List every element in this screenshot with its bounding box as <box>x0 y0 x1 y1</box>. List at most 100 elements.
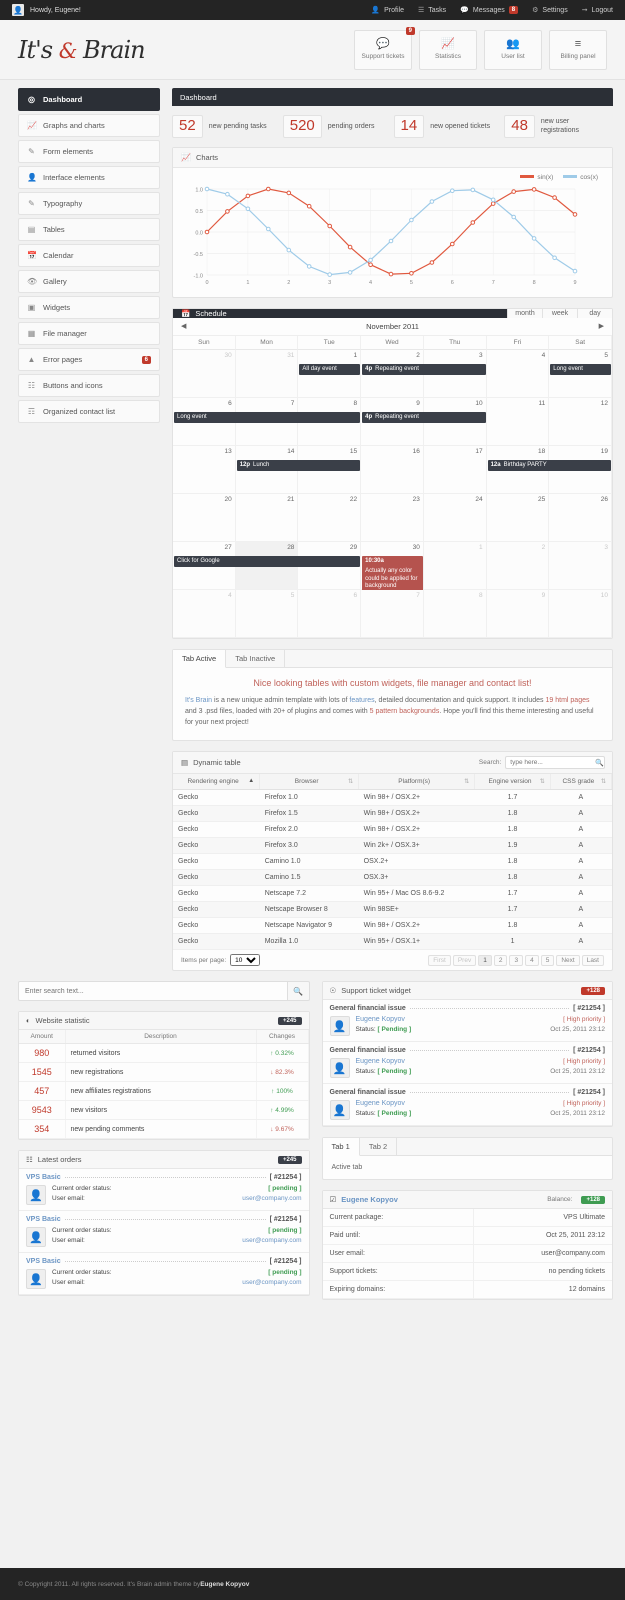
billing-panel-button[interactable]: ≡ Billing panel <box>549 29 607 70</box>
pagination-item[interactable]: Next <box>556 954 580 966</box>
items-per-page-select[interactable]: 10 <box>230 954 261 967</box>
table-row[interactable]: Gecko Firefox 2.0 Win 98+ / OSX.2+ 1.8 A <box>173 821 612 839</box>
order-name[interactable]: VPS Basic <box>26 1216 61 1223</box>
sidebar-item-file-manager[interactable]: ▦ File manager <box>18 322 160 345</box>
calendar-day[interactable]: 26 <box>549 493 612 542</box>
calendar-day[interactable]: 12 <box>549 397 612 446</box>
calendar-day[interactable]: 4 <box>486 349 550 398</box>
calendar-day[interactable]: 10 <box>549 589 612 638</box>
pagination-item[interactable]: 4 <box>525 954 539 966</box>
tab-active[interactable]: Tab Active <box>173 649 227 668</box>
order-item[interactable]: VPS Basic [ #21254 ] 👤 Current order sta… <box>19 1211 309 1254</box>
support-tickets-button[interactable]: 9 💬 Support tickets <box>354 26 415 70</box>
calendar-day[interactable]: 3 <box>549 541 612 590</box>
pagination-item[interactable]: 1 <box>478 954 492 966</box>
table-row[interactable]: Gecko Camino 1.0 OSX.2+ 1.8 A <box>173 853 612 871</box>
pagination-item[interactable]: 5 <box>540 954 555 966</box>
logo[interactable]: It's & Brain <box>18 36 146 64</box>
calendar-day[interactable]: 21 <box>235 493 299 542</box>
table-row[interactable]: Gecko Netscape Navigator 9 Win 98+ / OSX.2… <box>173 917 612 935</box>
order-name[interactable]: VPS Basic <box>26 1174 61 1181</box>
table-row[interactable]: Gecko Mozilla 1.0 Win 95+ / OSX.1+ 1 A <box>173 933 612 951</box>
calendar-event[interactable]: Click for Google <box>174 555 361 567</box>
pattern-backgrounds-link[interactable]: 5 pattern backgrounds <box>370 708 440 715</box>
calendar-day[interactable]: 11 <box>486 397 550 446</box>
calendar-event[interactable]: Long event <box>550 363 611 375</box>
sidebar-item-interface-elements[interactable]: 👤 Interface elements <box>18 166 160 189</box>
chevron-right-icon[interactable]: ▶ <box>599 322 604 330</box>
calendar-day[interactable]: 23 <box>361 493 424 542</box>
order-item[interactable]: VPS Basic [ #21254 ] 👤 Current order sta… <box>19 1169 309 1212</box>
calendar-day[interactable]: 4 <box>173 589 236 638</box>
calendar-event[interactable]: 4p Repeating event <box>362 411 486 423</box>
ticket-item[interactable]: General financial issue [ #21254 ] 👤 Eug… <box>322 1084 612 1127</box>
search-input[interactable] <box>505 756 606 770</box>
calendar-day[interactable]: 1 <box>423 541 487 590</box>
pagination-item[interactable]: 2 <box>493 954 508 966</box>
topnav-settings[interactable]: ⚙ Settings <box>532 6 568 15</box>
ticket-item[interactable]: General financial issue [ #21254 ] 👤 Eug… <box>322 1000 612 1043</box>
table-column-header[interactable]: Platform(s) ⇅ <box>358 774 476 791</box>
ticket-user[interactable]: Eugene Kopyov <box>356 1058 405 1065</box>
features-link[interactable]: features <box>349 697 374 704</box>
sidebar-item-widgets[interactable]: ▣ Widgets <box>18 296 160 319</box>
order-email[interactable]: user@company.com <box>242 1279 301 1286</box>
calendar-event[interactable]: 12a Birthday PARTY <box>487 459 611 471</box>
calendar-day[interactable]: 5 <box>235 589 299 638</box>
ticket-user[interactable]: Eugene Kopyov <box>356 1016 405 1023</box>
calendar-day[interactable]: 13 <box>173 445 236 494</box>
calendar-day[interactable]: 16 <box>361 445 424 494</box>
table-row[interactable]: Gecko Firefox 3.0 Win 2k+ / OSX.3+ 1.9 A <box>173 837 612 855</box>
search-icon[interactable]: 🔍 <box>595 759 604 767</box>
order-item[interactable]: VPS Basic [ #21254 ] 👤 Current order sta… <box>19 1253 309 1296</box>
its-brain-link[interactable]: It's Brain <box>185 697 212 704</box>
order-name[interactable]: VPS Basic <box>26 1258 61 1265</box>
user-list-button[interactable]: 👥 User list <box>484 29 542 70</box>
sidebar-item-buttons-and-icons[interactable]: ☷ Buttons and icons <box>18 374 160 397</box>
sidebar-item-dashboard[interactable]: ◎ Dashboard <box>18 88 160 111</box>
statistics-button[interactable]: 📈 Statistics <box>419 29 477 70</box>
topnav-logout[interactable]: ➞ Logout <box>582 6 613 15</box>
calendar-day[interactable]: 22 <box>298 493 362 542</box>
sidebar-item-organized-contact-list[interactable]: ☶ Organized contact list <box>18 400 160 423</box>
sidebar-item-calendar[interactable]: 📅 Calendar <box>18 244 160 267</box>
table-row[interactable]: Gecko Netscape 7.2 Win 95+ / Mac OS 8.6-9.… <box>173 885 612 903</box>
sidebar-item-form-elements[interactable]: ✎ Form elements <box>18 140 160 163</box>
sidebar-item-tables[interactable]: ▤ Tables <box>18 218 160 241</box>
table-row[interactable]: Gecko Firefox 1.5 Win 98+ / OSX.2+ 1.8 A <box>173 805 612 823</box>
calendar-day[interactable]: 9 <box>486 589 550 638</box>
table-column-header[interactable]: CSS grade ⇅ <box>550 774 613 791</box>
pagination-item[interactable]: Prev <box>452 954 477 966</box>
view-month-button[interactable]: month <box>507 308 542 318</box>
table-row[interactable]: Gecko Firefox 1.0 Win 98+ / OSX.2+ 1.7 A <box>173 789 612 807</box>
pagination-item[interactable]: Last <box>581 954 604 966</box>
pagination-item[interactable]: First <box>428 954 451 966</box>
table-row[interactable]: Gecko Netscape Browser 8 Win 98SE+ 1.7 A <box>173 901 612 919</box>
search-button[interactable]: 🔍 <box>287 981 310 1002</box>
sidebar-item-error-pages[interactable]: ▲ Error pages 6 <box>18 348 160 371</box>
calendar-day[interactable]: 2 <box>486 541 550 590</box>
calendar-day[interactable]: 17 <box>423 445 487 494</box>
sidebar-item-typography[interactable]: ✎ Typography <box>18 192 160 215</box>
calendar-day[interactable]: 8 <box>423 589 487 638</box>
calendar-day[interactable]: 6 <box>298 589 362 638</box>
topnav-tasks[interactable]: ☰ Tasks <box>418 6 446 15</box>
calendar-day[interactable]: 31 <box>235 349 299 398</box>
sidebar-item-graphs-and-charts[interactable]: 📈 Graphs and charts <box>18 114 160 137</box>
calendar-day[interactable]: 25 <box>486 493 550 542</box>
calendar-day[interactable]: 30 <box>173 349 236 398</box>
order-email[interactable]: user@company.com <box>242 1237 301 1244</box>
footer-author[interactable]: Eugene Kopyov <box>200 1581 249 1588</box>
table-column-header[interactable]: Engine version ⇅ <box>474 774 551 791</box>
calendar-event[interactable]: 4p Repeating event <box>362 363 486 375</box>
ticket-item[interactable]: General financial issue [ #21254 ] 👤 Eug… <box>322 1042 612 1085</box>
calendar-day[interactable]: 24 <box>423 493 487 542</box>
calendar-event[interactable]: Long event <box>174 411 361 423</box>
mini-tab-1[interactable]: Tab 1 <box>322 1138 360 1157</box>
topnav-profile[interactable]: 👤 Profile <box>371 6 404 15</box>
mini-tab-2[interactable]: Tab 2 <box>360 1138 398 1156</box>
order-email[interactable]: user@company.com <box>242 1195 301 1202</box>
topnav-messages[interactable]: 💬 Messages 8 <box>460 6 519 14</box>
tab-inactive[interactable]: Tab Inactive <box>226 649 286 667</box>
view-day-button[interactable]: day <box>577 308 612 318</box>
